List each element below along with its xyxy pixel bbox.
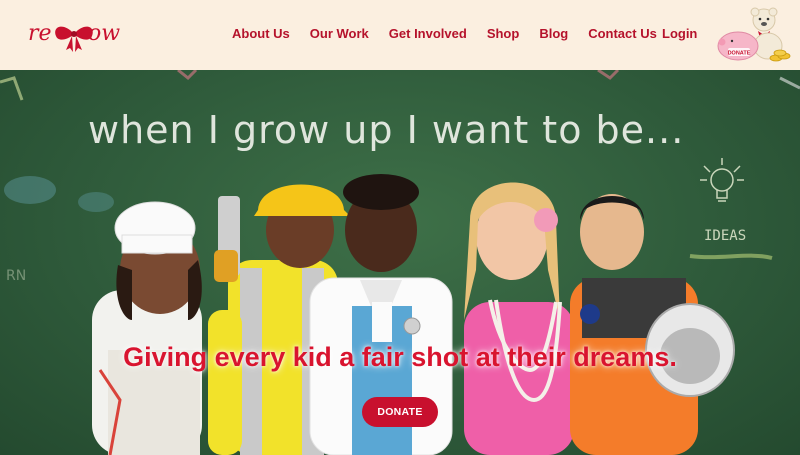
nav-shop[interactable]: Shop — [487, 26, 520, 41]
svg-text:re: re — [28, 21, 52, 46]
teddy-bear-piggy-bank-icon: DONATE — [717, 7, 791, 62]
login-link[interactable]: Login — [662, 26, 697, 41]
nav-about-us[interactable]: About Us — [232, 26, 290, 41]
astronaut-kid-figure — [570, 194, 735, 455]
nav-contact-us[interactable]: Contact Us — [588, 26, 657, 41]
nav-get-involved[interactable]: Get Involved — [389, 26, 467, 41]
main-nav: About Us Our Work Get Involved Shop Blog… — [232, 26, 677, 41]
site-header: re ow About Us Our Work Get Involved Sho… — [0, 0, 800, 70]
nav-blog[interactable]: Blog — [539, 26, 568, 41]
redbow-logo-icon: re ow — [28, 21, 120, 52]
logo[interactable]: re ow — [28, 16, 124, 54]
nav-our-work[interactable]: Our Work — [310, 26, 369, 41]
donate-piggy-bank-graphic[interactable]: DONATE — [712, 4, 792, 66]
donate-button[interactable]: DONATE — [362, 397, 438, 427]
princess-kid-figure — [464, 182, 574, 455]
hero-banner: RN when I grow up I want to be... IDEAS — [0, 70, 800, 455]
chef-kid-figure — [92, 201, 202, 455]
hero-tagline: Giving every kid a fair shot at their dr… — [123, 342, 677, 372]
svg-text:ow: ow — [88, 21, 120, 46]
piggy-donate-label: DONATE — [728, 51, 751, 57]
